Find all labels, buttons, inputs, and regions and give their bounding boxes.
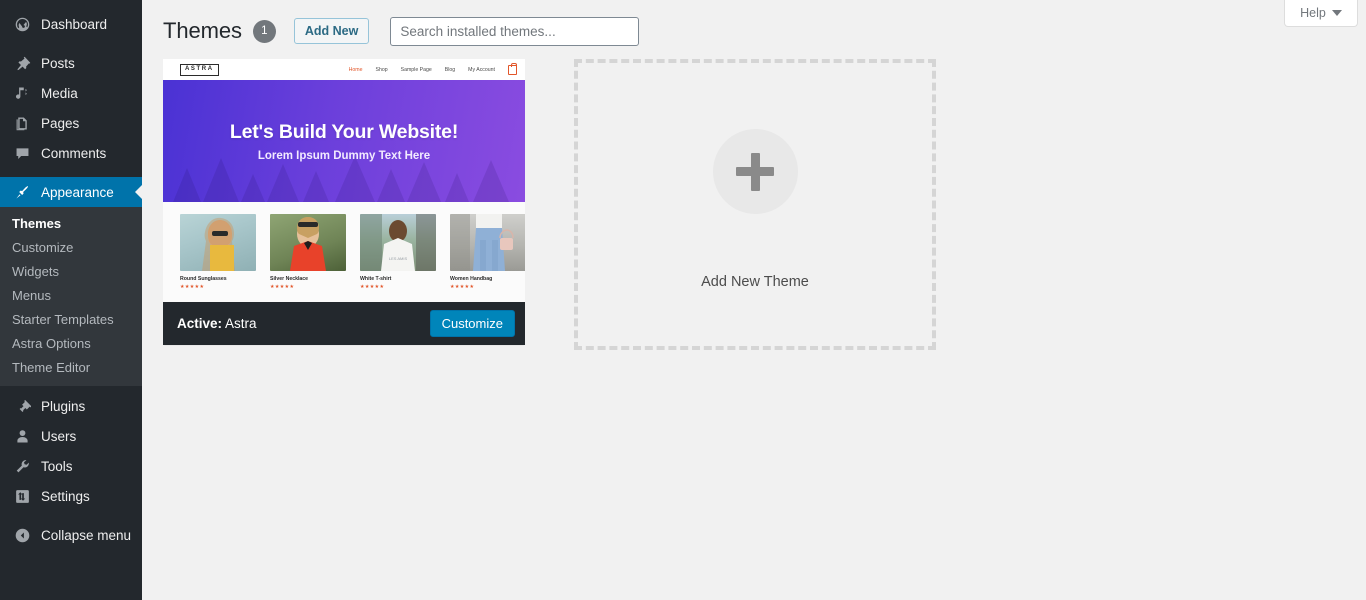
- preview-logo: ASTRA: [180, 63, 219, 76]
- submenu-item-widgets[interactable]: Widgets: [0, 259, 142, 283]
- sidebar-item-label: Appearance: [41, 184, 114, 200]
- users-icon: [12, 426, 32, 446]
- product-rating: ★★★★★: [180, 284, 205, 290]
- theme-name: Astra: [225, 316, 257, 331]
- preview-nav-blog: Blog: [444, 66, 456, 73]
- sidebar-item-label: Settings: [41, 488, 90, 504]
- plus-icon-vertical: [750, 152, 760, 191]
- sidebar-item-label: Pages: [41, 115, 80, 131]
- sidebar-divider-1: [0, 39, 142, 48]
- preview-nav-my-account: My Account: [468, 66, 495, 73]
- preview-nav: Home Shop Sample Page Blog My Account: [348, 63, 517, 75]
- preview-product: LES AMIS White T-shirt ★★★★★: [360, 214, 436, 302]
- theme-active-status: Active: Astra: [177, 316, 257, 331]
- add-new-theme-card[interactable]: Add New Theme: [574, 59, 936, 350]
- theme-screenshot: ASTRA Home Shop Sample Page Blog My Acco…: [163, 59, 525, 302]
- sidebar-item-label: Dashboard: [41, 16, 108, 32]
- product-title: Silver Necklace: [270, 276, 309, 282]
- svg-text:LES AMIS: LES AMIS: [389, 256, 408, 261]
- add-new-theme-label: Add New Theme: [701, 274, 809, 290]
- product-title: Women Handbag: [450, 276, 493, 282]
- sidebar-item-users[interactable]: Users: [0, 421, 142, 451]
- main-content: Help Themes 1 Add New ASTRA Home Shop Sa…: [142, 0, 1366, 600]
- product-image: [450, 214, 525, 271]
- media-icon: [12, 83, 32, 103]
- sidebar-divider-2: [0, 168, 142, 177]
- preview-product: Round Sunglasses ★★★★★: [180, 214, 256, 302]
- product-image: [270, 214, 346, 271]
- chevron-down-icon: [1331, 10, 1342, 16]
- appearance-icon: [12, 182, 32, 202]
- comments-icon: [12, 143, 32, 163]
- sidebar-item-dashboard[interactable]: Dashboard: [0, 9, 142, 39]
- submenu-item-astra-options[interactable]: Astra Options: [0, 331, 142, 355]
- themes-grid: ASTRA Home Shop Sample Page Blog My Acco…: [142, 46, 1366, 350]
- help-tab-button[interactable]: Help: [1284, 0, 1358, 27]
- sidebar-item-settings[interactable]: Settings: [0, 481, 142, 511]
- product-rating: ★★★★★: [360, 284, 385, 290]
- submenu-item-starter-templates[interactable]: Starter Templates: [0, 307, 142, 331]
- sidebar-item-plugins[interactable]: Plugins: [0, 391, 142, 421]
- submenu-item-theme-editor[interactable]: Theme Editor: [0, 355, 142, 379]
- sidebar-item-label: Media: [41, 85, 78, 101]
- search-input[interactable]: [390, 16, 640, 46]
- add-new-button[interactable]: Add New: [293, 18, 370, 44]
- help-tab-label: Help: [1300, 6, 1326, 20]
- sidebar-item-label: Users: [41, 428, 77, 444]
- sidebar-item-collapse-menu[interactable]: Collapse menu: [0, 520, 142, 550]
- appearance-submenu: Themes Customize Widgets Menus Starter T…: [0, 207, 142, 386]
- plugins-icon: [12, 396, 32, 416]
- submenu-item-customize[interactable]: Customize: [0, 235, 142, 259]
- theme-count-badge: 1: [252, 19, 276, 43]
- product-image: [180, 214, 256, 271]
- preview-product: Silver Necklace ★★★★★: [270, 214, 346, 302]
- settings-icon: [12, 486, 32, 506]
- collapse-icon: [12, 525, 32, 545]
- preview-products: Round Sunglasses ★★★★★ Silver Necklace ★…: [163, 202, 525, 302]
- customize-button[interactable]: Customize: [429, 310, 515, 337]
- sidebar-item-tools[interactable]: Tools: [0, 451, 142, 481]
- cart-icon: [508, 63, 517, 75]
- sidebar-item-label: Posts: [41, 55, 75, 71]
- product-rating: ★★★★★: [450, 284, 475, 290]
- preview-nav-sample-page: Sample Page: [400, 66, 432, 73]
- sidebar-item-label: Collapse menu: [41, 527, 132, 543]
- dashboard-icon: [12, 14, 32, 34]
- product-rating: ★★★★★: [270, 284, 295, 290]
- submenu-item-menus[interactable]: Menus: [0, 283, 142, 307]
- page-title: Themes: [163, 18, 242, 43]
- preview-hero: Let's Build Your Website! Lorem Ipsum Du…: [163, 80, 525, 202]
- product-image: LES AMIS: [360, 214, 436, 271]
- sidebar-item-label: Plugins: [41, 398, 86, 414]
- product-title: Round Sunglasses: [180, 276, 227, 282]
- pages-icon: [12, 113, 32, 133]
- tools-icon: [12, 456, 32, 476]
- submenu-item-themes[interactable]: Themes: [0, 211, 142, 235]
- plus-icon: [712, 129, 798, 214]
- active-prefix: Active:: [177, 316, 223, 331]
- sidebar-item-media[interactable]: Media: [0, 78, 142, 108]
- sidebar-item-label: Comments: [41, 145, 107, 161]
- sidebar-divider-4: [0, 511, 142, 520]
- preview-nav-home: Home: [348, 66, 363, 73]
- sidebar-item-appearance[interactable]: Appearance: [0, 177, 142, 207]
- sidebar-item-posts[interactable]: Posts: [0, 48, 142, 78]
- preview-product: Women Handbag ★★★★★: [450, 214, 525, 302]
- theme-card-footer: Active: Astra Customize: [163, 302, 525, 345]
- preview-site-header: ASTRA Home Shop Sample Page Blog My Acco…: [163, 59, 525, 80]
- sidebar-item-comments[interactable]: Comments: [0, 138, 142, 168]
- product-title: White T-shirt: [360, 276, 392, 282]
- pin-icon: [12, 53, 32, 73]
- wordpress-admin-screen: Dashboard Posts Media Pages Comments App…: [0, 0, 1366, 600]
- preview-nav-shop: Shop: [375, 66, 388, 73]
- page-header: Themes 1 Add New: [142, 0, 1366, 46]
- theme-card-astra[interactable]: ASTRA Home Shop Sample Page Blog My Acco…: [163, 59, 525, 345]
- sidebar-item-label: Tools: [41, 458, 73, 474]
- sidebar-top-spacer: [0, 0, 142, 9]
- preview-headline: Let's Build Your Website!: [229, 120, 459, 143]
- preview-subheadline: Lorem Ipsum Dummy Text Here: [257, 149, 431, 162]
- admin-sidebar: Dashboard Posts Media Pages Comments App…: [0, 0, 142, 600]
- sidebar-item-pages[interactable]: Pages: [0, 108, 142, 138]
